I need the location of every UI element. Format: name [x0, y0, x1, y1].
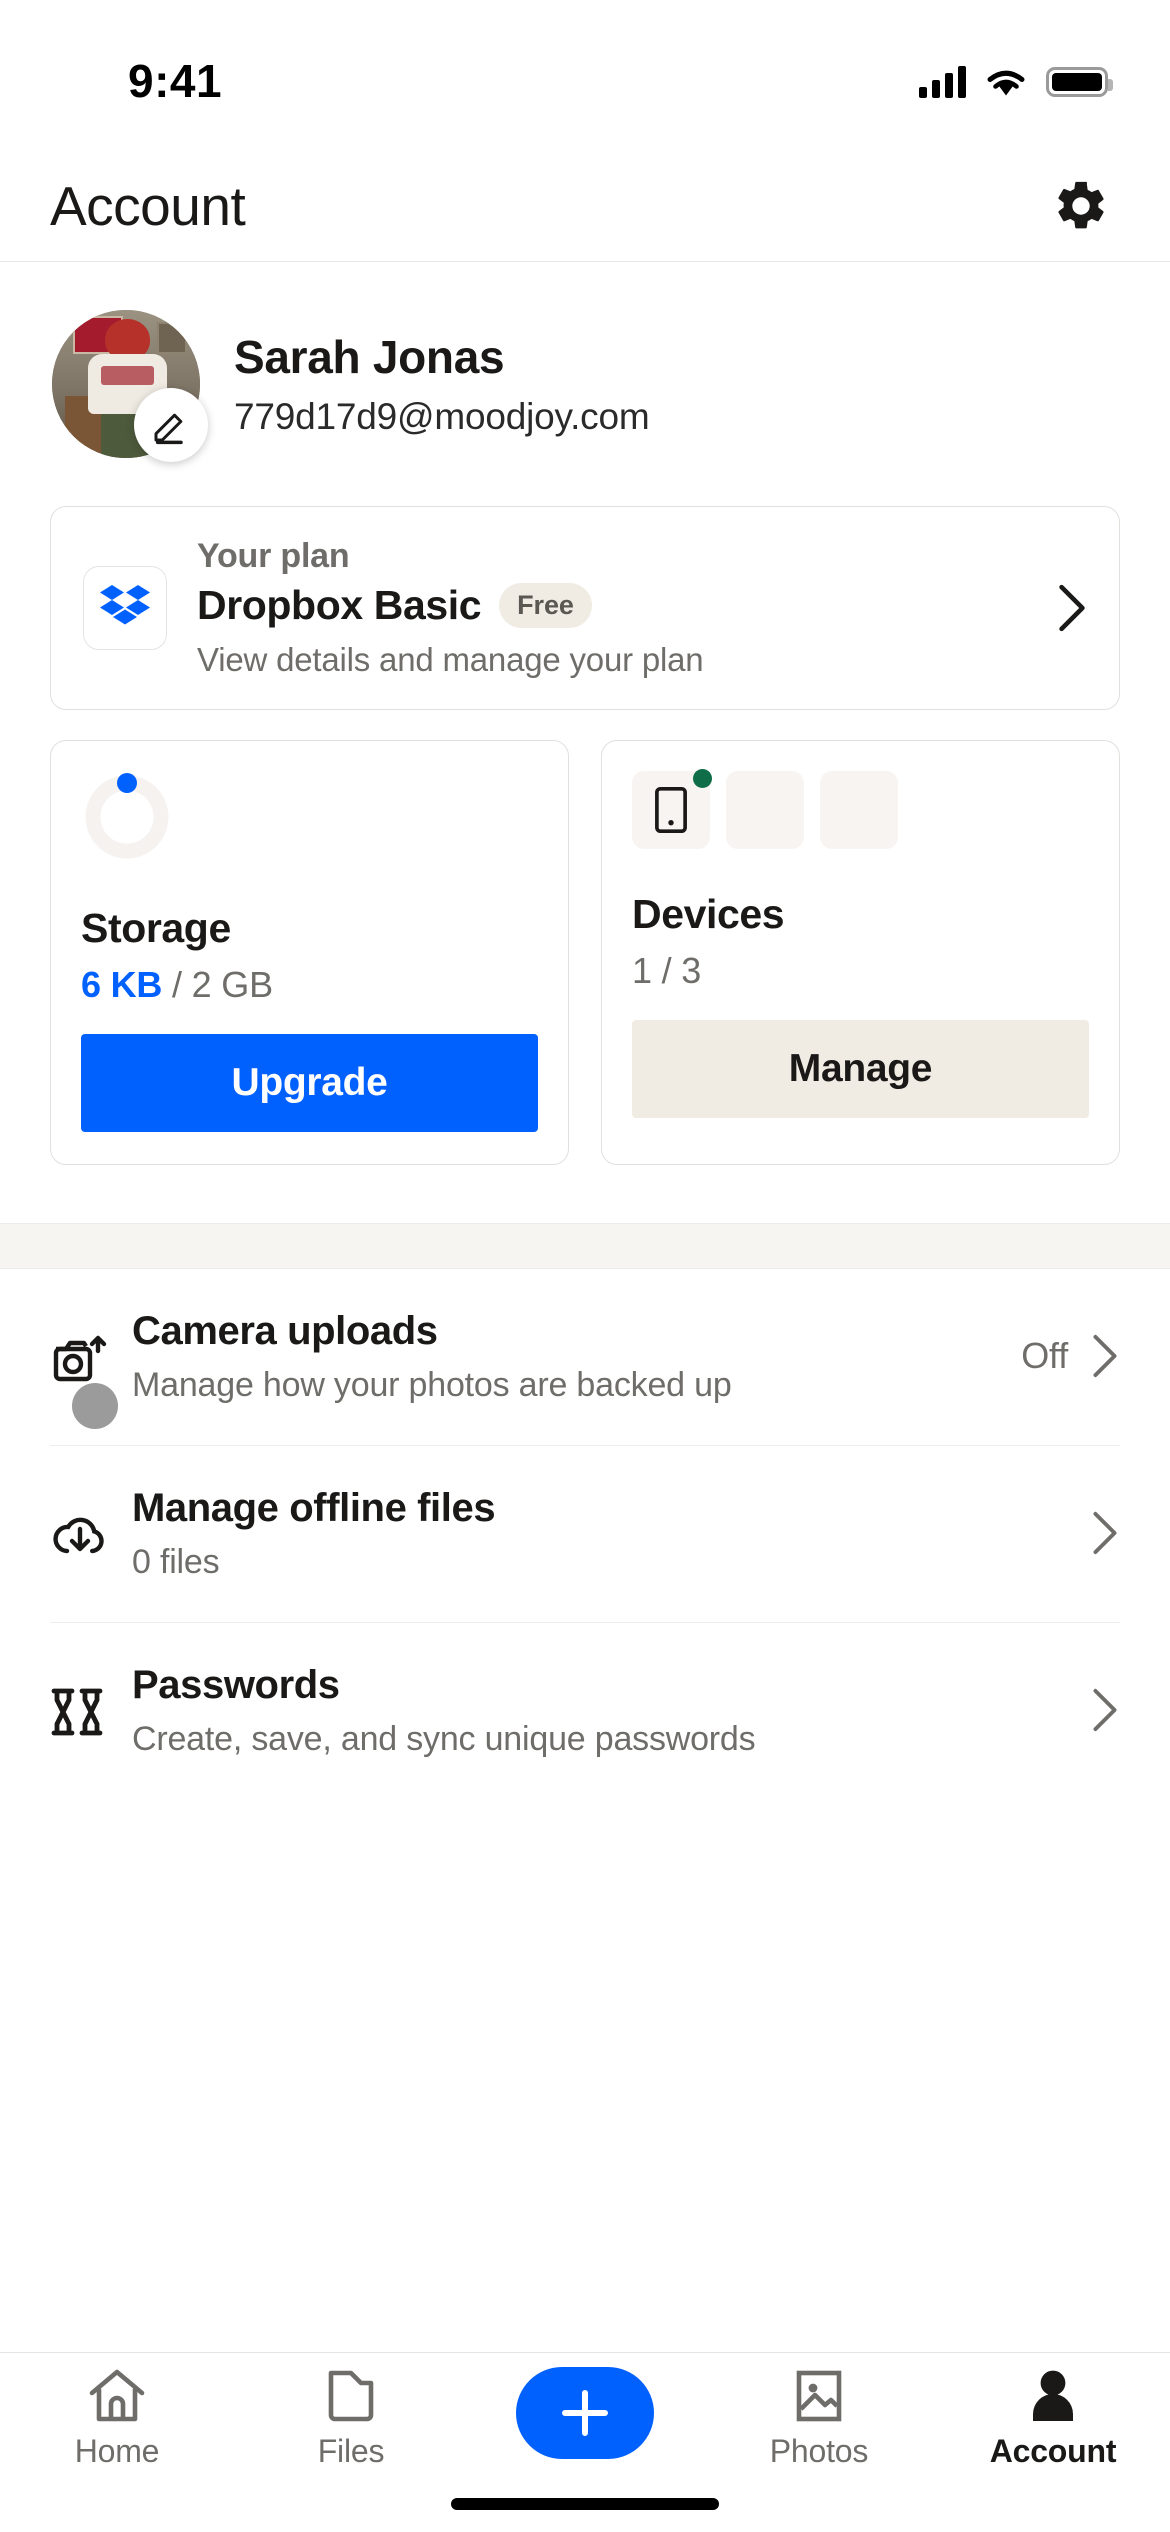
passwords-icon	[50, 1663, 132, 1737]
section-divider	[0, 1223, 1170, 1269]
tab-label: Home	[74, 2433, 160, 2469]
list-item-subtitle: Create, save, and sync unique passwords	[132, 1720, 756, 1758]
home-indicator	[451, 2498, 719, 2510]
tab-photos[interactable]: Photos	[702, 2367, 936, 2470]
page-title: Account	[50, 174, 246, 237]
profile-text: Sarah Jonas 779d17d9@moodjoy.com	[234, 330, 650, 438]
plus-icon	[562, 2390, 608, 2436]
storage-title: Storage	[81, 905, 231, 951]
manage-devices-button[interactable]: Manage	[632, 1020, 1089, 1118]
plan-card[interactable]: Your plan Dropbox Basic Free View detail…	[50, 506, 1120, 710]
storage-separator: /	[162, 964, 192, 1005]
list-item-right: Off	[1021, 1309, 1120, 1379]
edit-avatar-button[interactable]	[134, 388, 208, 462]
camera-status-badge	[72, 1383, 118, 1429]
status-icons	[919, 66, 1113, 98]
cloud-download-icon	[50, 1486, 132, 1564]
photos-icon	[796, 2370, 842, 2422]
gear-icon[interactable]	[1052, 177, 1110, 235]
plan-title-row: Dropbox Basic Free	[197, 582, 1025, 629]
devices-count: 1 / 3	[632, 950, 702, 991]
list-item-subtitle: Manage how your photos are backed up	[132, 1366, 732, 1404]
plan-subtitle: View details and manage your plan	[197, 641, 704, 678]
tab-files[interactable]: Files	[234, 2367, 468, 2470]
list-item-title: Passwords	[132, 1663, 340, 1707]
status-bar: 9:41	[0, 0, 1170, 150]
upgrade-button[interactable]: Upgrade	[81, 1034, 538, 1132]
dropbox-logo-icon	[83, 566, 167, 650]
chevron-right-icon	[1093, 1511, 1117, 1555]
settings-list: Camera uploads Manage how your photos ar…	[0, 1269, 1170, 1799]
create-button[interactable]	[516, 2367, 654, 2459]
storage-ring-icon	[81, 771, 173, 863]
list-item-right	[1068, 1486, 1120, 1556]
plan-kicker: Your plan	[197, 537, 350, 575]
plan-body: Your plan Dropbox Basic Free View detail…	[197, 537, 1025, 679]
list-item[interactable]: Camera uploads Manage how your photos ar…	[50, 1269, 1120, 1446]
account-screen: 9:41 Account Sarah Jonas 779d17d9@moodjo…	[0, 0, 1170, 2532]
devices-title: Devices	[632, 891, 785, 937]
list-item-body: Manage offline files 0 files	[132, 1486, 1068, 1582]
device-slot-empty	[820, 771, 898, 849]
storage-usage: 6 KB / 2 GB	[81, 964, 538, 1006]
tab-label: Account	[989, 2433, 1117, 2469]
tab-home[interactable]: Home	[0, 2367, 234, 2470]
camera-uploads-value: Off	[1021, 1335, 1068, 1376]
chevron-right-icon	[1093, 1688, 1117, 1732]
list-item-body: Camera uploads Manage how your photos ar…	[132, 1309, 1021, 1405]
app-bar: Account	[0, 150, 1170, 262]
tab-label: Photos	[769, 2433, 869, 2469]
devices-card: Devices 1 / 3 Manage	[601, 740, 1120, 1165]
wifi-icon	[987, 70, 1025, 96]
storage-used: 6 KB	[81, 964, 163, 1005]
online-dot-icon	[693, 769, 712, 788]
list-item-title: Camera uploads	[132, 1309, 438, 1353]
tab-label: Files	[317, 2433, 385, 2469]
list-item[interactable]: Manage offline files 0 files	[50, 1446, 1120, 1623]
tab-create[interactable]	[468, 2367, 702, 2467]
profile-name: Sarah Jonas	[234, 331, 505, 383]
device-icons	[632, 769, 1089, 849]
home-icon	[89, 2369, 145, 2422]
status-time: 9:41	[128, 55, 223, 107]
chevron-right-icon	[1093, 1334, 1117, 1378]
battery-icon	[1046, 67, 1113, 97]
person-icon	[1033, 2370, 1073, 2421]
device-slot-empty	[726, 771, 804, 849]
plan-badge: Free	[499, 583, 592, 628]
list-item-body: Passwords Create, save, and sync unique …	[132, 1663, 1068, 1759]
chevron-right-icon	[1059, 584, 1085, 632]
list-item[interactable]: Passwords Create, save, and sync unique …	[50, 1623, 1120, 1799]
storage-total: 2 GB	[191, 964, 273, 1005]
tab-bar: Home Files Photos Account	[0, 2352, 1170, 2532]
stat-cards: Storage 6 KB / 2 GB Upgrade Devices 1 / …	[50, 740, 1120, 1165]
camera-upload-icon	[50, 1309, 132, 1429]
profile-email: 779d17d9@moodjoy.com	[234, 396, 650, 437]
tab-account[interactable]: Account	[936, 2367, 1170, 2470]
plan-title: Dropbox Basic	[197, 582, 482, 628]
mobile-device-icon	[632, 769, 712, 849]
list-item-right	[1068, 1663, 1120, 1733]
pencil-icon	[154, 413, 183, 445]
list-item-title: Manage offline files	[132, 1486, 496, 1530]
profile-section: Sarah Jonas 779d17d9@moodjoy.com	[0, 262, 1170, 462]
avatar[interactable]	[52, 310, 208, 462]
list-item-subtitle: 0 files	[132, 1543, 220, 1581]
folder-icon	[328, 2370, 374, 2422]
signal-bars-icon	[919, 66, 966, 98]
storage-card: Storage 6 KB / 2 GB Upgrade	[50, 740, 569, 1165]
